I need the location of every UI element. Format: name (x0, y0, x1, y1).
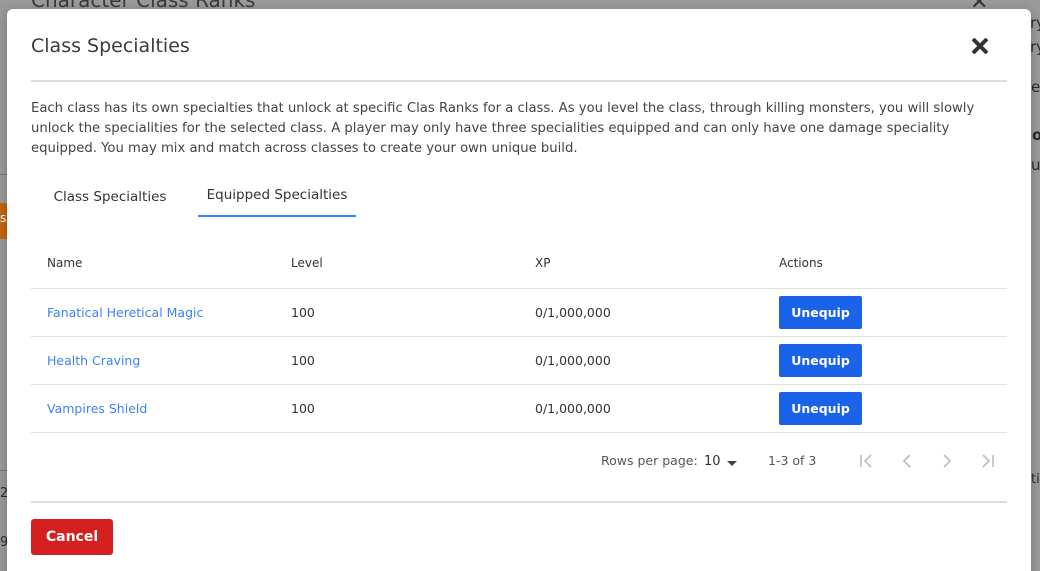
last-page-icon[interactable] (977, 451, 997, 471)
rows-per-page-select[interactable]: 10 (704, 454, 721, 469)
specialty-level: 100 (275, 288, 519, 337)
unequip-button[interactable]: Unequip (779, 343, 862, 377)
modal-header: Class Specialties (31, 9, 1007, 82)
rows-per-page-label: Rows per page: (601, 453, 698, 468)
background-fragment: ry (1030, 38, 1040, 56)
specialty-name-link[interactable]: Fanatical Heretical Magic (47, 305, 203, 320)
background-fragment: e (1031, 78, 1040, 96)
specialty-xp: 0/1,000,000 (519, 288, 763, 337)
unequip-button[interactable]: Unequip (779, 391, 862, 425)
specialty-name-link[interactable]: Health Craving (47, 353, 140, 368)
background-fragment: ur (1031, 156, 1040, 174)
tab-class-specialties[interactable]: Class Specialties (47, 181, 173, 219)
background-fragment: ti (1031, 472, 1040, 487)
background-divider (0, 174, 7, 175)
specialty-level: 100 (275, 384, 519, 433)
cancel-button[interactable]: Cancel (31, 519, 113, 555)
background-divider (0, 470, 7, 471)
first-page-icon[interactable] (857, 451, 877, 471)
tab-bar: Class Specialties Equipped Specialties (31, 179, 431, 217)
close-icon[interactable] (971, 37, 989, 55)
table-header-row: Name Level XP Actions (31, 239, 1007, 289)
equipped-specialties-table: Name Level XP Actions Fanatical Heretica… (31, 239, 1007, 433)
table-pagination: Rows per page: 10 1-3 of 3 (601, 449, 1011, 473)
tab-equipped-specialties[interactable]: Equipped Specialties (198, 179, 356, 217)
column-header-xp: XP (519, 239, 763, 289)
table-row: Vampires Shield 100 0/1,000,000 Unequip (31, 384, 1007, 433)
unequip-button[interactable]: Unequip (779, 295, 862, 329)
pagination-range: 1-3 of 3 (768, 453, 817, 468)
column-header-name: Name (31, 239, 275, 289)
specialty-xp: 0/1,000,000 (519, 384, 763, 433)
modal-title: Class Specialties (31, 35, 190, 57)
previous-page-icon[interactable] (897, 451, 917, 471)
specialty-xp: 0/1,000,000 (519, 336, 763, 385)
modal-description: Each class has its own specialties that … (31, 101, 975, 156)
background-fragment: s (0, 211, 7, 225)
table-row: Fanatical Heretical Magic 100 0/1,000,00… (31, 288, 1007, 337)
column-header-actions: Actions (763, 239, 1007, 289)
background-fragment: o (1032, 126, 1040, 144)
next-page-icon[interactable] (937, 451, 957, 471)
background-fragment: ry (1030, 14, 1040, 32)
footer-divider (31, 501, 1007, 503)
specialty-name-link[interactable]: Vampires Shield (47, 401, 147, 416)
table-row: Health Craving 100 0/1,000,000 Unequip (31, 336, 1007, 385)
class-specialties-modal: Class Specialties Each class has its own… (7, 9, 1031, 571)
column-header-level: Level (275, 239, 519, 289)
chevron-down-icon[interactable] (727, 461, 737, 466)
specialty-level: 100 (275, 336, 519, 385)
